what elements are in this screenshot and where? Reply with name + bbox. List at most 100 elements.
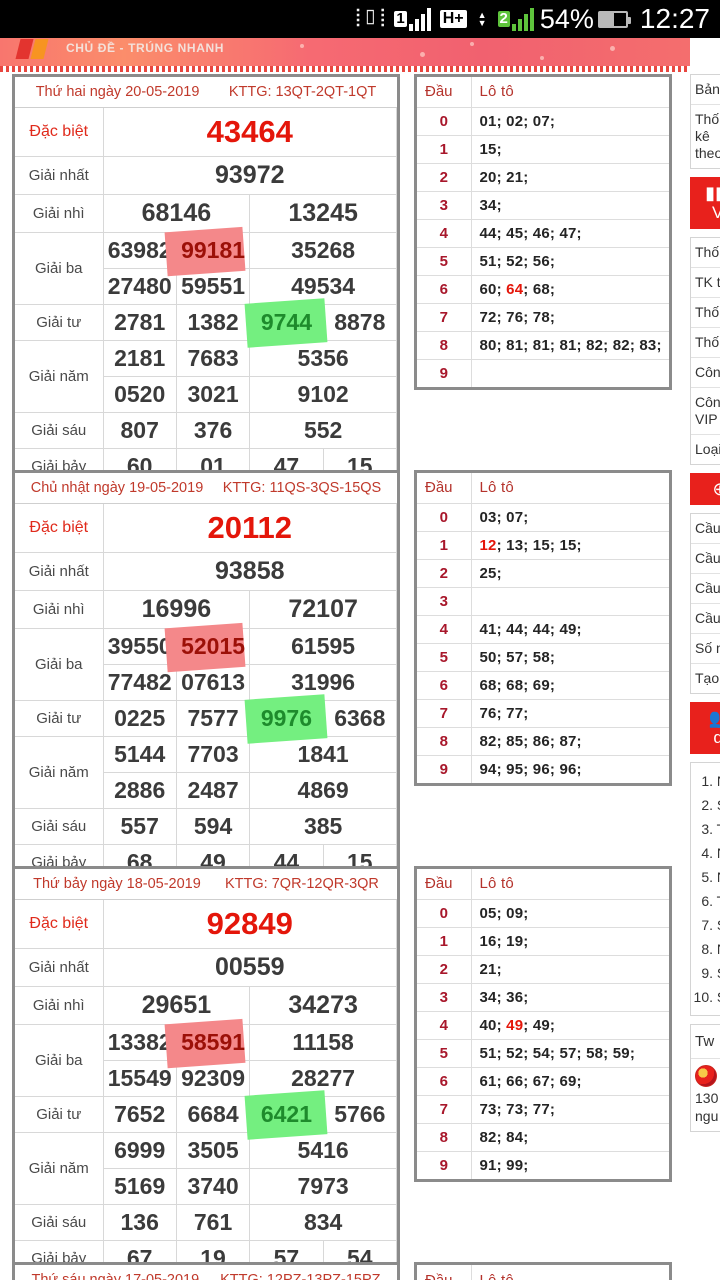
sidebar-menu-item[interactable]: TK tầ [691, 268, 720, 298]
sidebar-menu-item[interactable]: Công [691, 358, 720, 388]
loto-header-dau: Đầu [417, 473, 472, 503]
prize-label-sixth: Giải sáu [15, 808, 104, 845]
sidebar-menu-item[interactable]: Tạo [691, 664, 720, 693]
loto-dau-value: 9 [417, 754, 472, 783]
loto-header-loto: Lô tô [479, 875, 514, 893]
loto-numbers-value: 50; 57; 58; [471, 642, 669, 671]
prize-row-fourth: Giải tư 0225 7577 9976 6368 [15, 693, 398, 744]
sidebar-menu-item[interactable]: Công VIP [691, 388, 720, 435]
prize-label-fourth: Giải tư [15, 700, 104, 737]
sidebar-menu-item[interactable]: Thống kê theo [691, 105, 720, 168]
list-item[interactable]: 2. S [693, 793, 720, 817]
result-card-header: Thứ bảy ngày 18-05-2019 KTTG: 7QR-12QR-3Q… [15, 869, 397, 900]
prize-number: 58591 [164, 1018, 251, 1068]
sidebar-menu-item[interactable]: Thống [691, 238, 720, 268]
loto-header-row: Đầu Lô tô [417, 77, 669, 107]
prize-number: 1382 [175, 304, 251, 341]
list-item-number: 1. [701, 773, 713, 789]
prize-number: 35268 [249, 232, 397, 269]
list-item[interactable]: 5. N [693, 865, 720, 889]
prize-number-value: 99181 [181, 237, 246, 263]
loto-dau-value: 6 [417, 274, 472, 303]
result-block: Chủ nhật ngày 19-05-2019 KTTG: 11QS-3QS-1… [0, 470, 690, 884]
sim1-signal-icon: 1 [394, 7, 431, 31]
prize-number: 77482 [102, 664, 177, 701]
loto-row: 8 80; 81; 81; 81; 82; 82; 83; [417, 330, 669, 359]
sidebar-community-banner[interactable]: 👥di [690, 702, 720, 754]
loto-dau-value: 3 [417, 982, 472, 1011]
prize-number: 3740 [175, 1168, 251, 1205]
list-item[interactable]: 10. S [693, 985, 720, 1009]
sidebar-search-banner[interactable]: ⊕ [690, 473, 720, 505]
sidebar-menu-item[interactable]: Cầu [691, 574, 720, 604]
list-item-label: N [713, 869, 720, 885]
prize-number: 7577 [175, 700, 251, 737]
loto-numbers-value: 03; 07; [471, 502, 669, 531]
loto-row: 7 72; 76; 78; [417, 302, 669, 331]
prize-number: 2181 [102, 340, 177, 377]
list-item[interactable]: 4. N [693, 841, 720, 865]
site-banner-ad[interactable]: CHỦ ĐỀ - TRÚNG NHANH [0, 38, 690, 66]
prize-number: 834 [249, 1204, 397, 1241]
loto-header-loto: Lô tô [479, 479, 514, 497]
prize-label-sixth: Giải sáu [15, 1204, 104, 1241]
prize-row-first: Giải nhất 93858 [15, 552, 397, 591]
prize-table: Đặc biệt 92849 Giải nhất 00559 Giải nhì 29651… [15, 900, 398, 1277]
sim2-signal-icon: 2 [497, 7, 534, 31]
list-item[interactable]: 8. N [693, 937, 720, 961]
prize-number: 5766 [322, 1096, 398, 1133]
loto-dau-value: 1 [417, 926, 472, 955]
prize-number: 31996 [249, 664, 397, 701]
list-item[interactable]: 3. T [693, 817, 720, 841]
loto-numbers-value: 01; 02; 07; [471, 106, 669, 135]
prize-number: 594 [175, 808, 251, 845]
loto-table: Đầu Lô tô 0 03; 07; 1 12; 13; 15; 15; 2 25; 3 4 41… [417, 473, 669, 783]
loto-card: Đầu Lô tô [414, 1262, 672, 1280]
loto-dau-value: 8 [417, 330, 472, 359]
list-item-label: S [713, 917, 720, 933]
list-item[interactable]: 7. S [693, 913, 720, 937]
prize-number: 6684 [175, 1096, 251, 1133]
loto-row: 5 51; 52; 54; 57; 58; 59; [417, 1038, 669, 1067]
sim1-badge: 1 [394, 10, 407, 27]
loto-dau-value: 6 [417, 670, 472, 699]
prize-number: 5144 [102, 736, 177, 773]
sidebar-group-3: CầuCầuCầuCầuSố mTạo [690, 513, 720, 694]
prize-number: 92309 [175, 1060, 251, 1097]
prize-number-special: 43464 [102, 108, 397, 157]
list-item[interactable]: 6. T [693, 889, 720, 913]
loto-row: 8 82; 84; [417, 1122, 669, 1151]
loto-row: 4 41; 44; 44; 49; [417, 614, 669, 643]
sidebar-menu-item[interactable]: Loại [691, 435, 720, 464]
loto-header-loto: Lô tô [479, 1271, 514, 1280]
loto-numbers-value: 16; 19; [471, 926, 669, 955]
sidebar-menu-item[interactable]: Thống [691, 328, 720, 358]
prize-number: 68146 [102, 194, 251, 233]
result-kttg-label: KTTG: 7QR-12QR-3QR [225, 876, 379, 892]
loto-numbers-value [471, 586, 669, 615]
list-item[interactable]: 9. S [693, 961, 720, 985]
list-item[interactable]: 1. N [693, 769, 720, 793]
loto-row: 0 01; 02; 07; [417, 106, 669, 135]
sidebar-menu-item[interactable]: Thống [691, 298, 720, 328]
sidebar-menu-item[interactable]: Cầu [691, 514, 720, 544]
sidebar-menu-item[interactable]: Cầu [691, 544, 720, 574]
prize-label-fourth: Giải tư [15, 304, 104, 341]
prize-number: 9976 [245, 693, 328, 744]
prize-number: 29651 [102, 986, 251, 1025]
list-item-label: N [713, 773, 720, 789]
sidebar-menu-item[interactable]: Cầu [691, 604, 720, 634]
list-item-label: S [713, 965, 720, 981]
prize-number: 13382 [102, 1024, 177, 1061]
sidebar-menu-item[interactable]: Bảng [691, 75, 720, 105]
result-card-header: Thứ hai ngày 20-05-2019 KTTG: 13QT-2QT-1Q… [15, 77, 397, 108]
sidebar-vip-banner[interactable]: ▮▮▮VI [690, 177, 720, 229]
sidebar-menu-item[interactable]: Số m [691, 634, 720, 664]
loto-row: 9 [417, 358, 669, 387]
loto-dau-value: 4 [417, 614, 472, 643]
loto-row: 3 34; [417, 190, 669, 219]
web-page: CHỦ ĐỀ - TRÚNG NHANH Thứ hai ngày 20-05-… [0, 38, 720, 1280]
loto-row: 6 60; 64; 68; [417, 274, 669, 303]
list-item-number: 10. [693, 989, 713, 1005]
sidebar-banner-label: VI [711, 203, 720, 222]
